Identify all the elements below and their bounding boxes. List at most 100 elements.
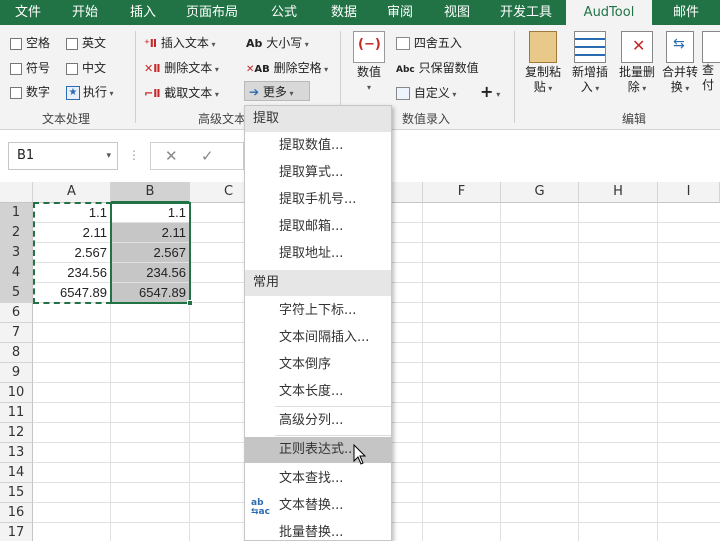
row-header[interactable]: 10: [0, 383, 33, 403]
delete-space-button[interactable]: ✕AB 删除空格 ▾: [246, 59, 328, 76]
execute-button[interactable]: ★ 执行 ▾: [66, 83, 114, 100]
confirm-icon[interactable]: ✓: [201, 147, 214, 165]
menu-item-extract-number[interactable]: 提取数值...: [245, 133, 391, 159]
group-divider: [135, 31, 136, 123]
name-box[interactable]: B1 ▾: [8, 142, 118, 170]
chevron-down-icon: ▾: [366, 83, 371, 92]
case-button[interactable]: Ab 大小写 ▾: [246, 34, 309, 51]
chevron-down-icon: ▾: [493, 90, 501, 99]
column-header-g[interactable]: G: [501, 182, 579, 203]
row-header[interactable]: 8: [0, 343, 33, 363]
menu-section-common: 常用: [245, 270, 391, 296]
menu-item-regex[interactable]: 正则表达式...: [245, 437, 391, 463]
selection-range: [110, 202, 191, 304]
row-header[interactable]: 17: [0, 523, 33, 541]
keep-number-button[interactable]: Abc 只保留数值: [396, 59, 479, 76]
menu-item-text-length[interactable]: 文本长度...: [245, 379, 391, 405]
column-header-i[interactable]: I: [658, 182, 720, 203]
number-button[interactable]: (−) 数值 ▾: [348, 31, 390, 95]
round-button[interactable]: 四舍五入: [396, 34, 462, 51]
tab-file[interactable]: 文件: [0, 0, 56, 25]
row-header[interactable]: 9: [0, 363, 33, 383]
case-icon: Ab: [246, 37, 263, 50]
row-header[interactable]: 14: [0, 463, 33, 483]
menu-item-extract-address[interactable]: 提取地址...: [245, 241, 391, 267]
delete-text-button[interactable]: ✕Ⅱ 删除文本 ▾: [144, 59, 219, 76]
check-chinese[interactable]: 中文: [66, 59, 106, 76]
tab-page-layout[interactable]: 页面布局: [172, 0, 252, 25]
menu-item-text-find[interactable]: 文本查找...: [245, 466, 391, 492]
partial-button[interactable]: 查 付: [702, 31, 720, 93]
check-space[interactable]: 空格: [10, 34, 50, 51]
tab-mail[interactable]: 邮件: [652, 0, 720, 25]
chevron-down-icon: ▾: [639, 84, 647, 93]
row-header[interactable]: 11: [0, 403, 33, 423]
table-icon: [702, 31, 720, 63]
menu-item-interval-insert[interactable]: 文本间隔插入...: [245, 325, 391, 351]
check-english[interactable]: 英文: [66, 34, 106, 51]
tab-audtool[interactable]: AudTool: [566, 0, 652, 25]
more-button[interactable]: ➔ 更多 ▾: [244, 81, 310, 101]
column-header-f[interactable]: F: [423, 182, 501, 203]
plus-button[interactable]: + ▾: [480, 82, 500, 101]
tab-review[interactable]: 审阅: [372, 0, 428, 25]
row-header[interactable]: 3: [0, 243, 33, 263]
tab-formulas[interactable]: 公式: [252, 0, 316, 25]
tab-home[interactable]: 开始: [56, 0, 114, 25]
menu-item-extract-email[interactable]: 提取邮箱...: [245, 214, 391, 240]
tab-data[interactable]: 数据: [316, 0, 372, 25]
row-header[interactable]: 12: [0, 423, 33, 443]
insert-rows-icon: [574, 31, 606, 63]
check-symbol[interactable]: 符号: [10, 59, 50, 76]
cancel-icon[interactable]: ✕: [165, 147, 178, 165]
tab-developer[interactable]: 开发工具: [486, 0, 566, 25]
menu-item-batch-replace[interactable]: 批量替换...: [245, 520, 391, 540]
fill-handle[interactable]: [187, 300, 193, 306]
chevron-down-icon: ▾: [592, 84, 600, 93]
checkbox-icon: [10, 86, 22, 99]
row-header[interactable]: 6: [0, 303, 33, 323]
menu-separator: [275, 435, 391, 436]
row-header[interactable]: 7: [0, 323, 33, 343]
truncate-text-button[interactable]: ⌐Ⅱ 截取文本 ▾: [144, 84, 219, 101]
copy-marquee: [33, 202, 112, 304]
chevron-down-icon: ▾: [212, 90, 219, 99]
column-gridline: [578, 203, 579, 541]
row-header[interactable]: 15: [0, 483, 33, 503]
mouse-cursor-icon: [353, 444, 367, 465]
menu-item-reverse-text[interactable]: 文本倒序: [245, 352, 391, 378]
menu-item-extract-formula[interactable]: 提取算式...: [245, 160, 391, 186]
column-header-h[interactable]: H: [579, 182, 658, 203]
tab-view[interactable]: 视图: [428, 0, 486, 25]
formula-dots-icon: ⋮: [128, 148, 140, 162]
chevron-down-icon: ▾: [321, 65, 329, 74]
delete-grid-icon: ✕: [621, 31, 653, 63]
delete-text-icon: ✕Ⅱ: [144, 62, 161, 75]
row-header[interactable]: 13: [0, 443, 33, 463]
row-header[interactable]: 2: [0, 223, 33, 243]
group-label-number: 数值录入: [402, 112, 451, 126]
row-header[interactable]: 16: [0, 503, 33, 523]
copy-paste-button[interactable]: 复制粘 贴 ▾: [520, 31, 566, 96]
row-header[interactable]: 4: [0, 263, 33, 283]
tab-insert[interactable]: 插入: [114, 0, 172, 25]
row-header[interactable]: 1: [0, 203, 33, 223]
insert-text-button[interactable]: ⁺Ⅱ 插入文本 ▾: [144, 34, 215, 51]
check-number[interactable]: 数字: [10, 83, 50, 100]
menu-item-text-replace[interactable]: 文本替换...: [245, 493, 391, 519]
batch-delete-button[interactable]: ✕ 批量删 除 ▾: [614, 31, 660, 96]
checkbox-icon: [66, 37, 78, 50]
menu-item-super-subscript[interactable]: 字符上下标...: [245, 298, 391, 324]
menu-item-advanced-split[interactable]: 高级分列...: [245, 408, 391, 434]
select-all-corner[interactable]: [0, 182, 33, 203]
merge-convert-button[interactable]: ⇆ 合并转 换 ▾: [660, 31, 700, 96]
menu-item-extract-phone[interactable]: 提取手机号...: [245, 187, 391, 213]
custom-button[interactable]: 自定义 ▾: [396, 84, 456, 101]
round-icon: [396, 37, 410, 50]
row-header[interactable]: 5: [0, 283, 33, 303]
new-insert-button[interactable]: 新增插 入 ▾: [567, 31, 613, 96]
more-dropdown-menu: 提取 提取数值... 提取算式... 提取手机号... 提取邮箱... 提取地址…: [244, 105, 392, 541]
column-header-a[interactable]: A: [33, 182, 111, 203]
column-header-b[interactable]: B: [111, 182, 190, 203]
chevron-down-icon: ▾: [302, 40, 309, 49]
